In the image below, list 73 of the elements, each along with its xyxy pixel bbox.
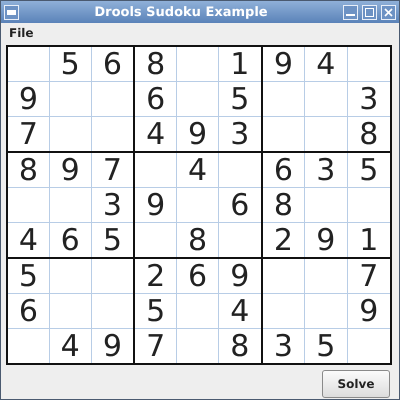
menu-item[interactable]: File <box>9 26 34 40</box>
sudoku-cell[interactable]: 3 <box>348 82 390 117</box>
sudoku-cell[interactable] <box>177 47 219 82</box>
sudoku-cell[interactable] <box>262 294 306 329</box>
sudoku-cell[interactable]: 1 <box>218 47 261 82</box>
sudoku-cell[interactable]: 6 <box>262 153 306 188</box>
sudoku-cell[interactable]: 3 <box>262 329 306 363</box>
sudoku-cell[interactable]: 9 <box>348 294 390 329</box>
sudoku-cell[interactable] <box>8 188 50 223</box>
sudoku-cell[interactable]: 1 <box>348 223 390 257</box>
sudoku-cell[interactable] <box>177 188 219 223</box>
sudoku-cell[interactable] <box>8 47 50 82</box>
sudoku-cell[interactable]: 5 <box>8 259 50 294</box>
sudoku-cell[interactable]: 7 <box>135 329 178 363</box>
sudoku-cell[interactable] <box>305 259 348 294</box>
sudoku-cell[interactable]: 5 <box>50 47 92 82</box>
sudoku-cell[interactable]: 7 <box>8 117 50 151</box>
sudoku-cell[interactable]: 6 <box>135 82 178 117</box>
sudoku-cell[interactable] <box>50 259 92 294</box>
sudoku-cell[interactable]: 4 <box>50 329 92 363</box>
sudoku-cell[interactable] <box>50 294 92 329</box>
sudoku-cell[interactable]: 8 <box>218 329 261 363</box>
sudoku-cell[interactable]: 8 <box>135 47 178 82</box>
sudoku-cell[interactable]: 9 <box>135 188 178 223</box>
sudoku-cell[interactable]: 4 <box>218 294 261 329</box>
sudoku-cell[interactable]: 9 <box>262 47 306 82</box>
sudoku-cell[interactable] <box>177 294 219 329</box>
sudoku-cell[interactable]: 5 <box>348 153 390 188</box>
sudoku-cell[interactable]: 5 <box>135 294 178 329</box>
sudoku-cell[interactable]: 3 <box>92 188 134 223</box>
minimize-icon[interactable] <box>343 4 358 20</box>
sudoku-cell[interactable]: 6 <box>50 223 92 257</box>
sudoku-cell[interactable]: 6 <box>177 259 219 294</box>
sudoku-cell[interactable] <box>135 153 178 188</box>
sudoku-cell[interactable]: 9 <box>218 259 261 294</box>
sudoku-cell[interactable]: 5 <box>218 82 261 117</box>
sudoku-cell[interactable]: 8 <box>262 188 306 223</box>
sudoku-cell[interactable]: 3 <box>305 153 348 188</box>
sudoku-cell[interactable]: 4 <box>177 153 219 188</box>
sudoku-cell[interactable]: 8 <box>348 117 390 151</box>
sudoku-cell[interactable]: 9 <box>8 82 50 117</box>
sudoku-cell[interactable] <box>305 82 348 117</box>
sudoku-cell[interactable] <box>262 82 306 117</box>
sudoku-cell[interactable]: 9 <box>305 223 348 257</box>
sudoku-cell[interactable]: 6 <box>218 188 261 223</box>
sudoku-cell[interactable]: 9 <box>177 117 219 151</box>
sudoku-cell[interactable] <box>305 188 348 223</box>
sudoku-cell[interactable] <box>305 294 348 329</box>
sudoku-cell[interactable]: 4 <box>135 117 178 151</box>
sudoku-cell[interactable]: 8 <box>8 153 50 188</box>
solve-button[interactable]: Solve <box>322 370 390 398</box>
sudoku-cell[interactable]: 8 <box>177 223 219 257</box>
sudoku-cell[interactable]: 2 <box>135 259 178 294</box>
maximize-icon[interactable] <box>362 4 377 20</box>
sudoku-cell[interactable]: 4 <box>305 47 348 82</box>
sudoku-cell[interactable]: 5 <box>305 329 348 363</box>
sudoku-cell[interactable]: 3 <box>218 117 261 151</box>
sudoku-cell[interactable]: 4 <box>8 223 50 257</box>
sudoku-cell[interactable]: 9 <box>50 153 92 188</box>
sudoku-cell[interactable]: 6 <box>92 47 134 82</box>
sudoku-cell[interactable]: 2 <box>262 223 306 257</box>
window-menu-icon[interactable] <box>4 4 19 20</box>
sudoku-cell[interactable]: 7 <box>348 259 390 294</box>
window-title: Drools Sudoku Example <box>93 4 269 20</box>
sudoku-cell[interactable] <box>177 82 219 117</box>
sudoku-cell[interactable]: 6 <box>8 294 50 329</box>
sudoku-cell[interactable] <box>262 259 306 294</box>
sudoku-cell[interactable]: 7 <box>92 153 134 188</box>
sudoku-cell[interactable]: 9 <box>92 329 134 363</box>
sudoku-cell[interactable] <box>50 82 92 117</box>
sudoku-cell[interactable]: 5 <box>92 223 134 257</box>
close-icon[interactable] <box>381 4 396 20</box>
sudoku-cell[interactable] <box>50 188 92 223</box>
